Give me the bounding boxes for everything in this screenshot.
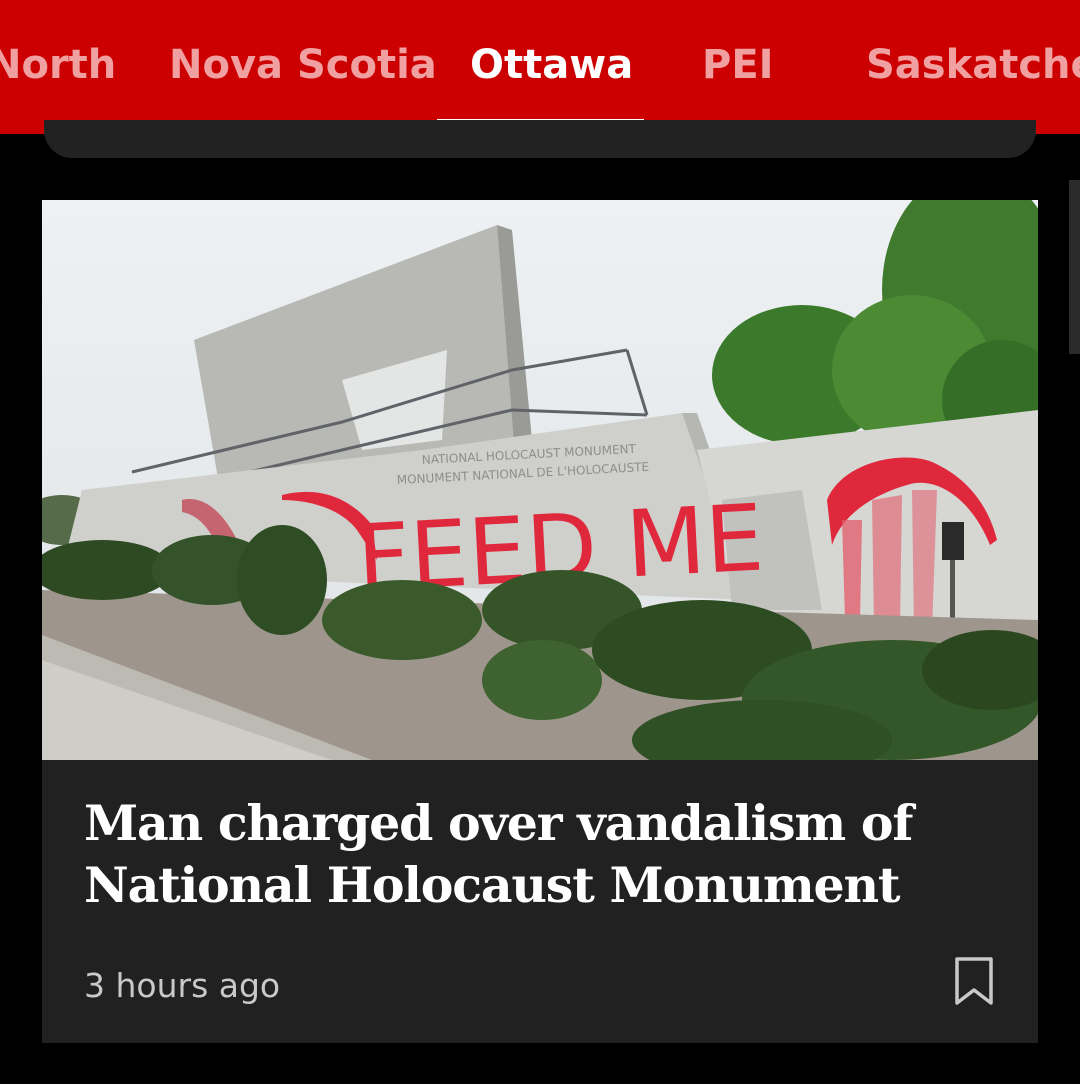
tab-pei[interactable]: PEI bbox=[702, 40, 774, 90]
previous-card-bottom bbox=[44, 120, 1036, 158]
article-timestamp: 3 hours ago bbox=[84, 966, 281, 1005]
tab-north[interactable]: North bbox=[0, 40, 116, 90]
tab-ottawa[interactable]: Ottawa bbox=[470, 40, 633, 90]
scrollbar-thumb[interactable] bbox=[1069, 180, 1080, 354]
article-card[interactable]: NATIONAL HOLOCAUST MONUMENT MONUMENT NAT… bbox=[42, 200, 1038, 1043]
region-tab-bar: North Nova Scotia Ottawa PEI Saskatchewa… bbox=[0, 0, 1080, 134]
bookmark-icon[interactable] bbox=[952, 956, 996, 1006]
tab-nova-scotia[interactable]: Nova Scotia bbox=[169, 40, 437, 90]
article-image[interactable]: NATIONAL HOLOCAUST MONUMENT MONUMENT NAT… bbox=[42, 200, 1038, 760]
tab-saskatchewan[interactable]: Saskatchewan bbox=[866, 40, 1080, 90]
article-headline[interactable]: Man charged over vandalism of National H… bbox=[84, 792, 984, 916]
